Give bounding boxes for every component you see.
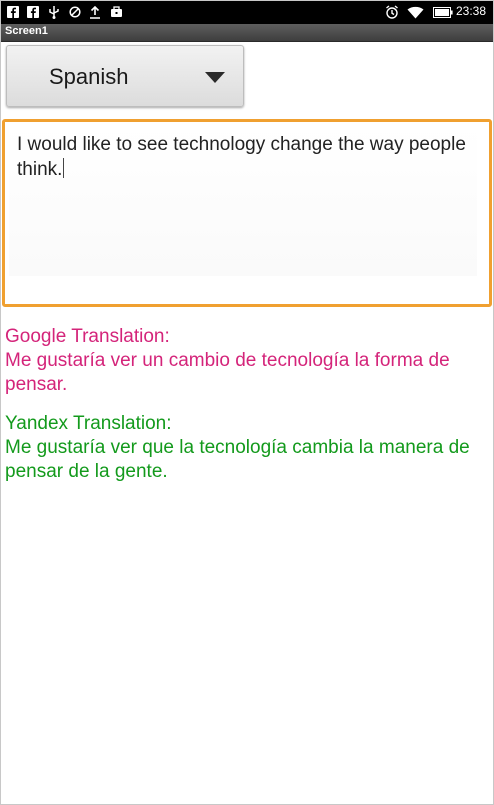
screen-title: Screen1: [5, 25, 48, 37]
battery-icon: [433, 5, 453, 19]
upload-icon: [88, 5, 102, 19]
alarm-icon: [385, 5, 399, 19]
facebook-icon: [6, 5, 20, 19]
briefcase-icon: [109, 5, 123, 19]
language-spinner[interactable]: Spanish: [6, 45, 244, 107]
source-text-input[interactable]: I would like to see technology change th…: [2, 119, 492, 307]
status-bar: 23:38: [0, 0, 494, 24]
facebook-icon: [26, 5, 40, 19]
source-text: I would like to see technology change th…: [17, 134, 466, 180]
spinner-selected-label: Spanish: [49, 64, 129, 89]
usb-icon: [47, 5, 61, 19]
blocked-icon: [68, 5, 82, 19]
status-time: 23:38: [455, 4, 486, 18]
dropdown-arrow-icon: [205, 72, 225, 83]
title-bar: Screen1: [0, 24, 494, 42]
yandex-translation-text: Me gustaría ver que la tecnología cambia…: [5, 437, 470, 482]
yandex-translation-label: Yandex Translation:: [5, 413, 172, 434]
wifi-icon: [406, 5, 424, 19]
google-translation-block: Google Translation: Me gustaría ver un c…: [5, 325, 487, 397]
source-text-value: I would like to see technology change th…: [17, 132, 467, 182]
google-translation-text: Me gustaría ver un cambio de tecnología …: [5, 350, 450, 395]
text-caret: [63, 158, 65, 178]
yandex-translation-block: Yandex Translation: Me gustaría ver que …: [5, 412, 487, 484]
google-translation-label: Google Translation:: [5, 326, 170, 347]
